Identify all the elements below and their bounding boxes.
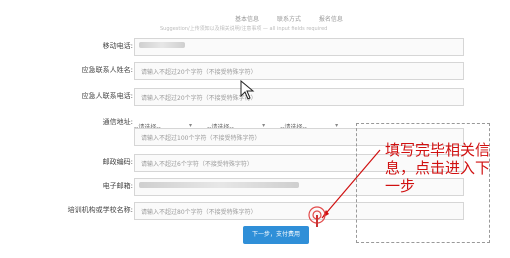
annotation-arrow	[321, 149, 381, 219]
click-indicator-icon	[308, 206, 326, 227]
mouse-cursor-icon	[240, 80, 255, 100]
